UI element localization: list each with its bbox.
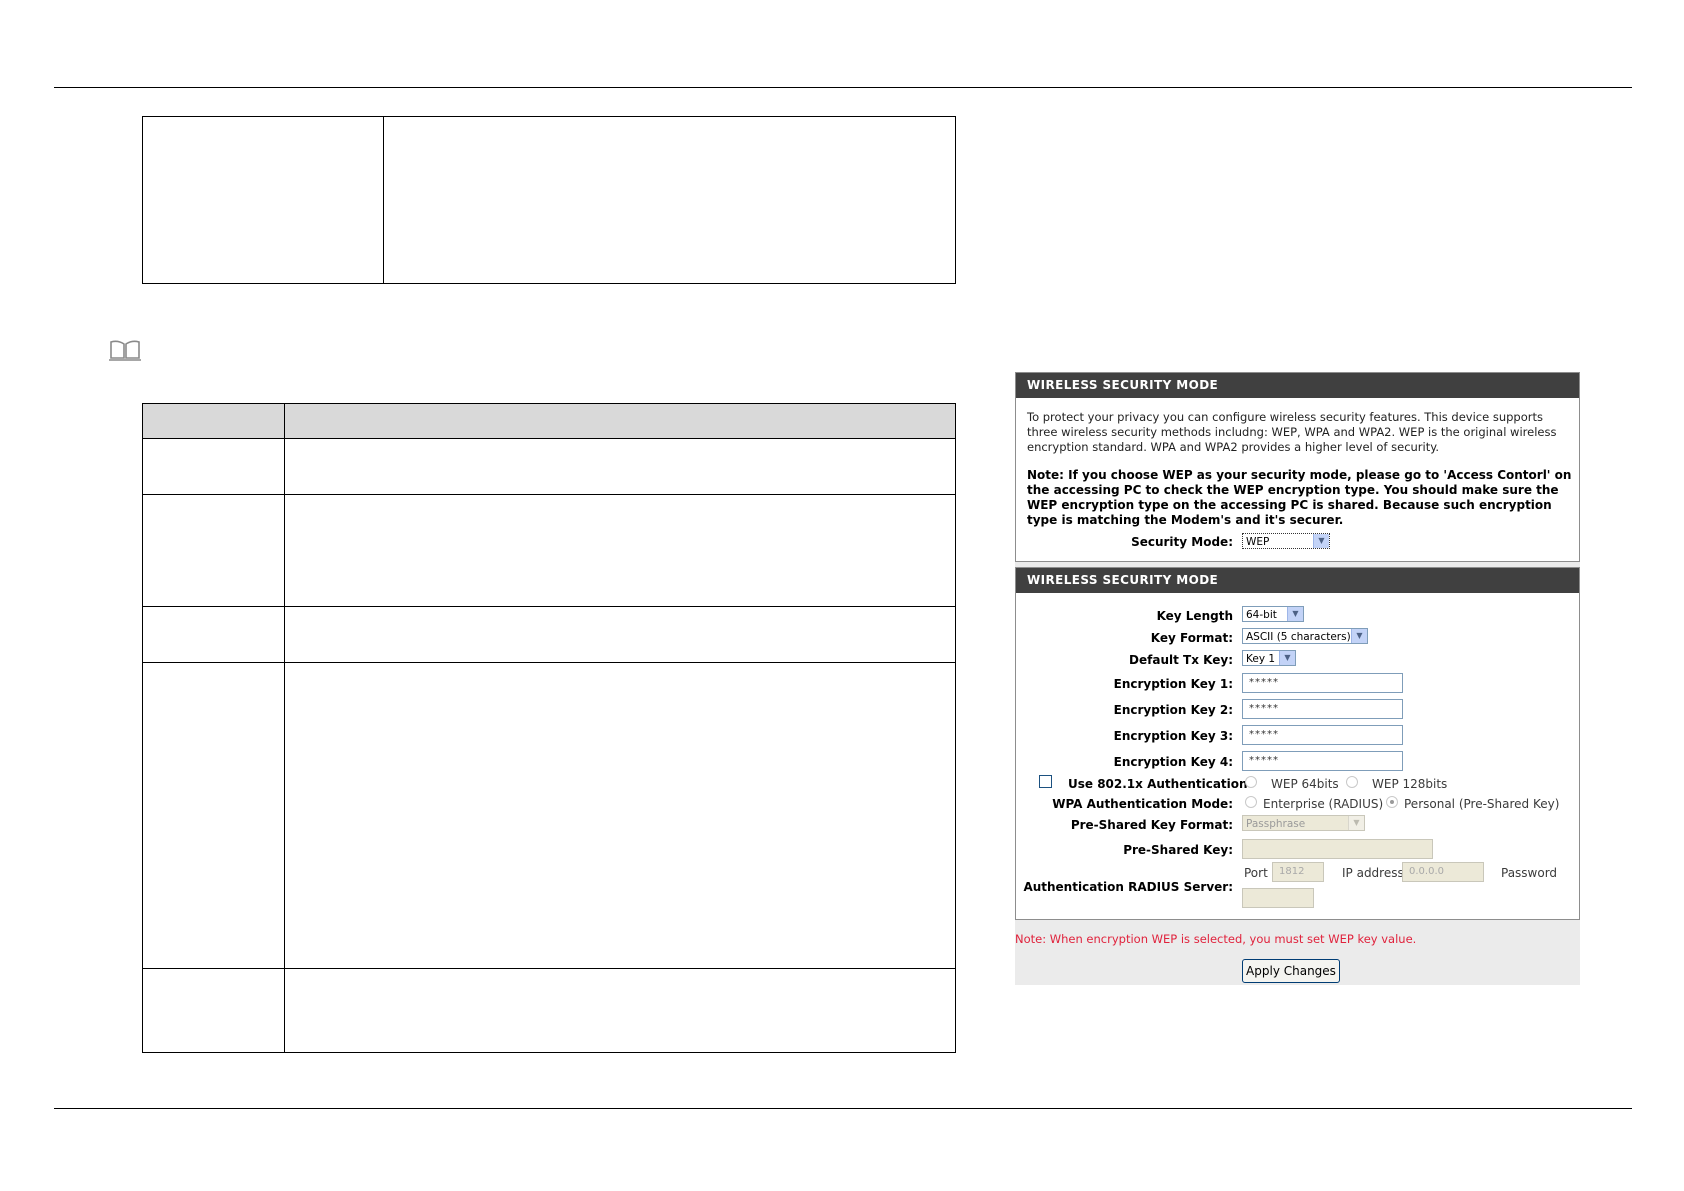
security-mode-label: Security Mode: [1131, 535, 1233, 549]
password-label: Password [1501, 866, 1558, 880]
table-cell [284, 438, 956, 495]
default-tx-key-select[interactable]: Key 1 ▼ [1242, 650, 1296, 666]
port-label: Port [1244, 866, 1268, 880]
apply-changes-button[interactable]: Apply Changes [1242, 959, 1340, 983]
parameter-table-continued [142, 116, 956, 284]
encryption-key-1-input[interactable]: ***** [1242, 673, 1403, 693]
dropdown-arrow-icon: ▼ [1279, 651, 1295, 665]
key-length-select[interactable]: 64-bit ▼ [1242, 606, 1304, 622]
table-row [142, 116, 956, 284]
wep-note: Note: If you choose WEP as your security… [1027, 468, 1572, 527]
table-cell [284, 606, 956, 663]
radius-server-label: Authentication RADIUS Server: [1023, 880, 1233, 894]
use-8021x-label: Use 802.1x Authentication [1068, 777, 1248, 791]
wireless-security-screenshot: WIRELESS SECURITY MODE To protect your p… [1015, 372, 1580, 985]
section-title: WIRELESS SECURITY MODE [1016, 373, 1579, 398]
table-row [142, 968, 956, 1053]
wep64-label: WEP 64bits [1271, 777, 1339, 791]
table-cell [142, 606, 285, 663]
wpa-auth-mode-label: WPA Authentication Mode: [1052, 797, 1233, 811]
wep128-label: WEP 128bits [1372, 777, 1448, 791]
dropdown-arrow-icon: ▼ [1348, 816, 1364, 830]
header-rule [54, 87, 1632, 88]
encryption-key-4-label: Encryption Key 4: [1113, 755, 1233, 769]
psk-input[interactable] [1242, 839, 1433, 859]
security-mode-select[interactable]: WEP ▼ [1242, 533, 1330, 549]
radius-port-input[interactable]: 1812 [1272, 862, 1324, 882]
table-row [142, 494, 956, 607]
use-8021x-checkbox[interactable] [1039, 775, 1052, 788]
encryption-key-2-label: Encryption Key 2: [1113, 703, 1233, 717]
table-header-cell [284, 403, 956, 439]
default-tx-key-label: Default Tx Key: [1129, 653, 1233, 667]
table-cell [142, 438, 285, 495]
wep128-radio[interactable] [1346, 776, 1358, 788]
table-header-cell [142, 403, 285, 439]
radius-password-input[interactable] [1242, 888, 1314, 908]
radius-ip-input[interactable]: 0.0.0.0 [1402, 862, 1484, 882]
footer-rule [54, 1108, 1632, 1109]
select-value: 64-bit [1246, 609, 1277, 621]
table-cell [383, 116, 956, 284]
wep-settings-box: WIRELESS SECURITY MODE Key Length 64-bit… [1015, 567, 1580, 920]
enterprise-radio[interactable] [1245, 796, 1257, 808]
table-cell [284, 968, 956, 1053]
encryption-key-3-input[interactable]: ***** [1242, 725, 1403, 745]
psk-label: Pre-Shared Key: [1123, 843, 1233, 857]
select-value: ASCII (5 characters) [1246, 631, 1351, 643]
parameter-table [142, 403, 956, 1053]
table-cell [142, 494, 285, 607]
encryption-key-1-label: Encryption Key 1: [1113, 677, 1233, 691]
wep-key-note: Note: When encryption WEP is selected, y… [1015, 932, 1417, 946]
dropdown-arrow-icon: ▼ [1287, 607, 1303, 621]
encryption-key-4-input[interactable]: ***** [1242, 751, 1403, 771]
ip-address-label: IP address [1342, 866, 1404, 880]
encryption-key-2-input[interactable]: ***** [1242, 699, 1403, 719]
table-header-row [142, 403, 956, 439]
dropdown-arrow-icon: ▼ [1351, 629, 1367, 643]
personal-label: Personal (Pre-Shared Key) [1404, 797, 1560, 811]
table-cell [284, 662, 956, 969]
table-row [142, 662, 956, 969]
table-cell [142, 968, 285, 1053]
key-length-label: Key Length [1156, 609, 1233, 623]
psk-format-select[interactable]: Passphrase ▼ [1242, 815, 1365, 831]
select-value: Passphrase [1246, 818, 1306, 830]
select-value: WEP [1246, 536, 1270, 548]
encryption-key-3-label: Encryption Key 3: [1113, 729, 1233, 743]
book-icon [109, 340, 141, 361]
enterprise-label: Enterprise (RADIUS) [1263, 797, 1384, 811]
intro-text: To protect your privacy you can configur… [1027, 410, 1557, 454]
psk-format-label: Pre-Shared Key Format: [1070, 818, 1233, 832]
key-format-label: Key Format: [1150, 631, 1233, 645]
table-row [142, 606, 956, 663]
security-mode-box: WIRELESS SECURITY MODE To protect your p… [1015, 372, 1580, 562]
table-cell [142, 662, 285, 969]
table-row [142, 438, 956, 495]
select-value: Key 1 [1246, 653, 1276, 665]
table-cell [284, 494, 956, 607]
personal-radio[interactable] [1386, 796, 1398, 808]
dropdown-arrow-icon: ▼ [1313, 534, 1329, 548]
wep64-radio[interactable] [1245, 776, 1257, 788]
key-format-select[interactable]: ASCII (5 characters) ▼ [1242, 628, 1368, 644]
table-cell [142, 116, 384, 284]
section-title: WIRELESS SECURITY MODE [1016, 568, 1579, 593]
